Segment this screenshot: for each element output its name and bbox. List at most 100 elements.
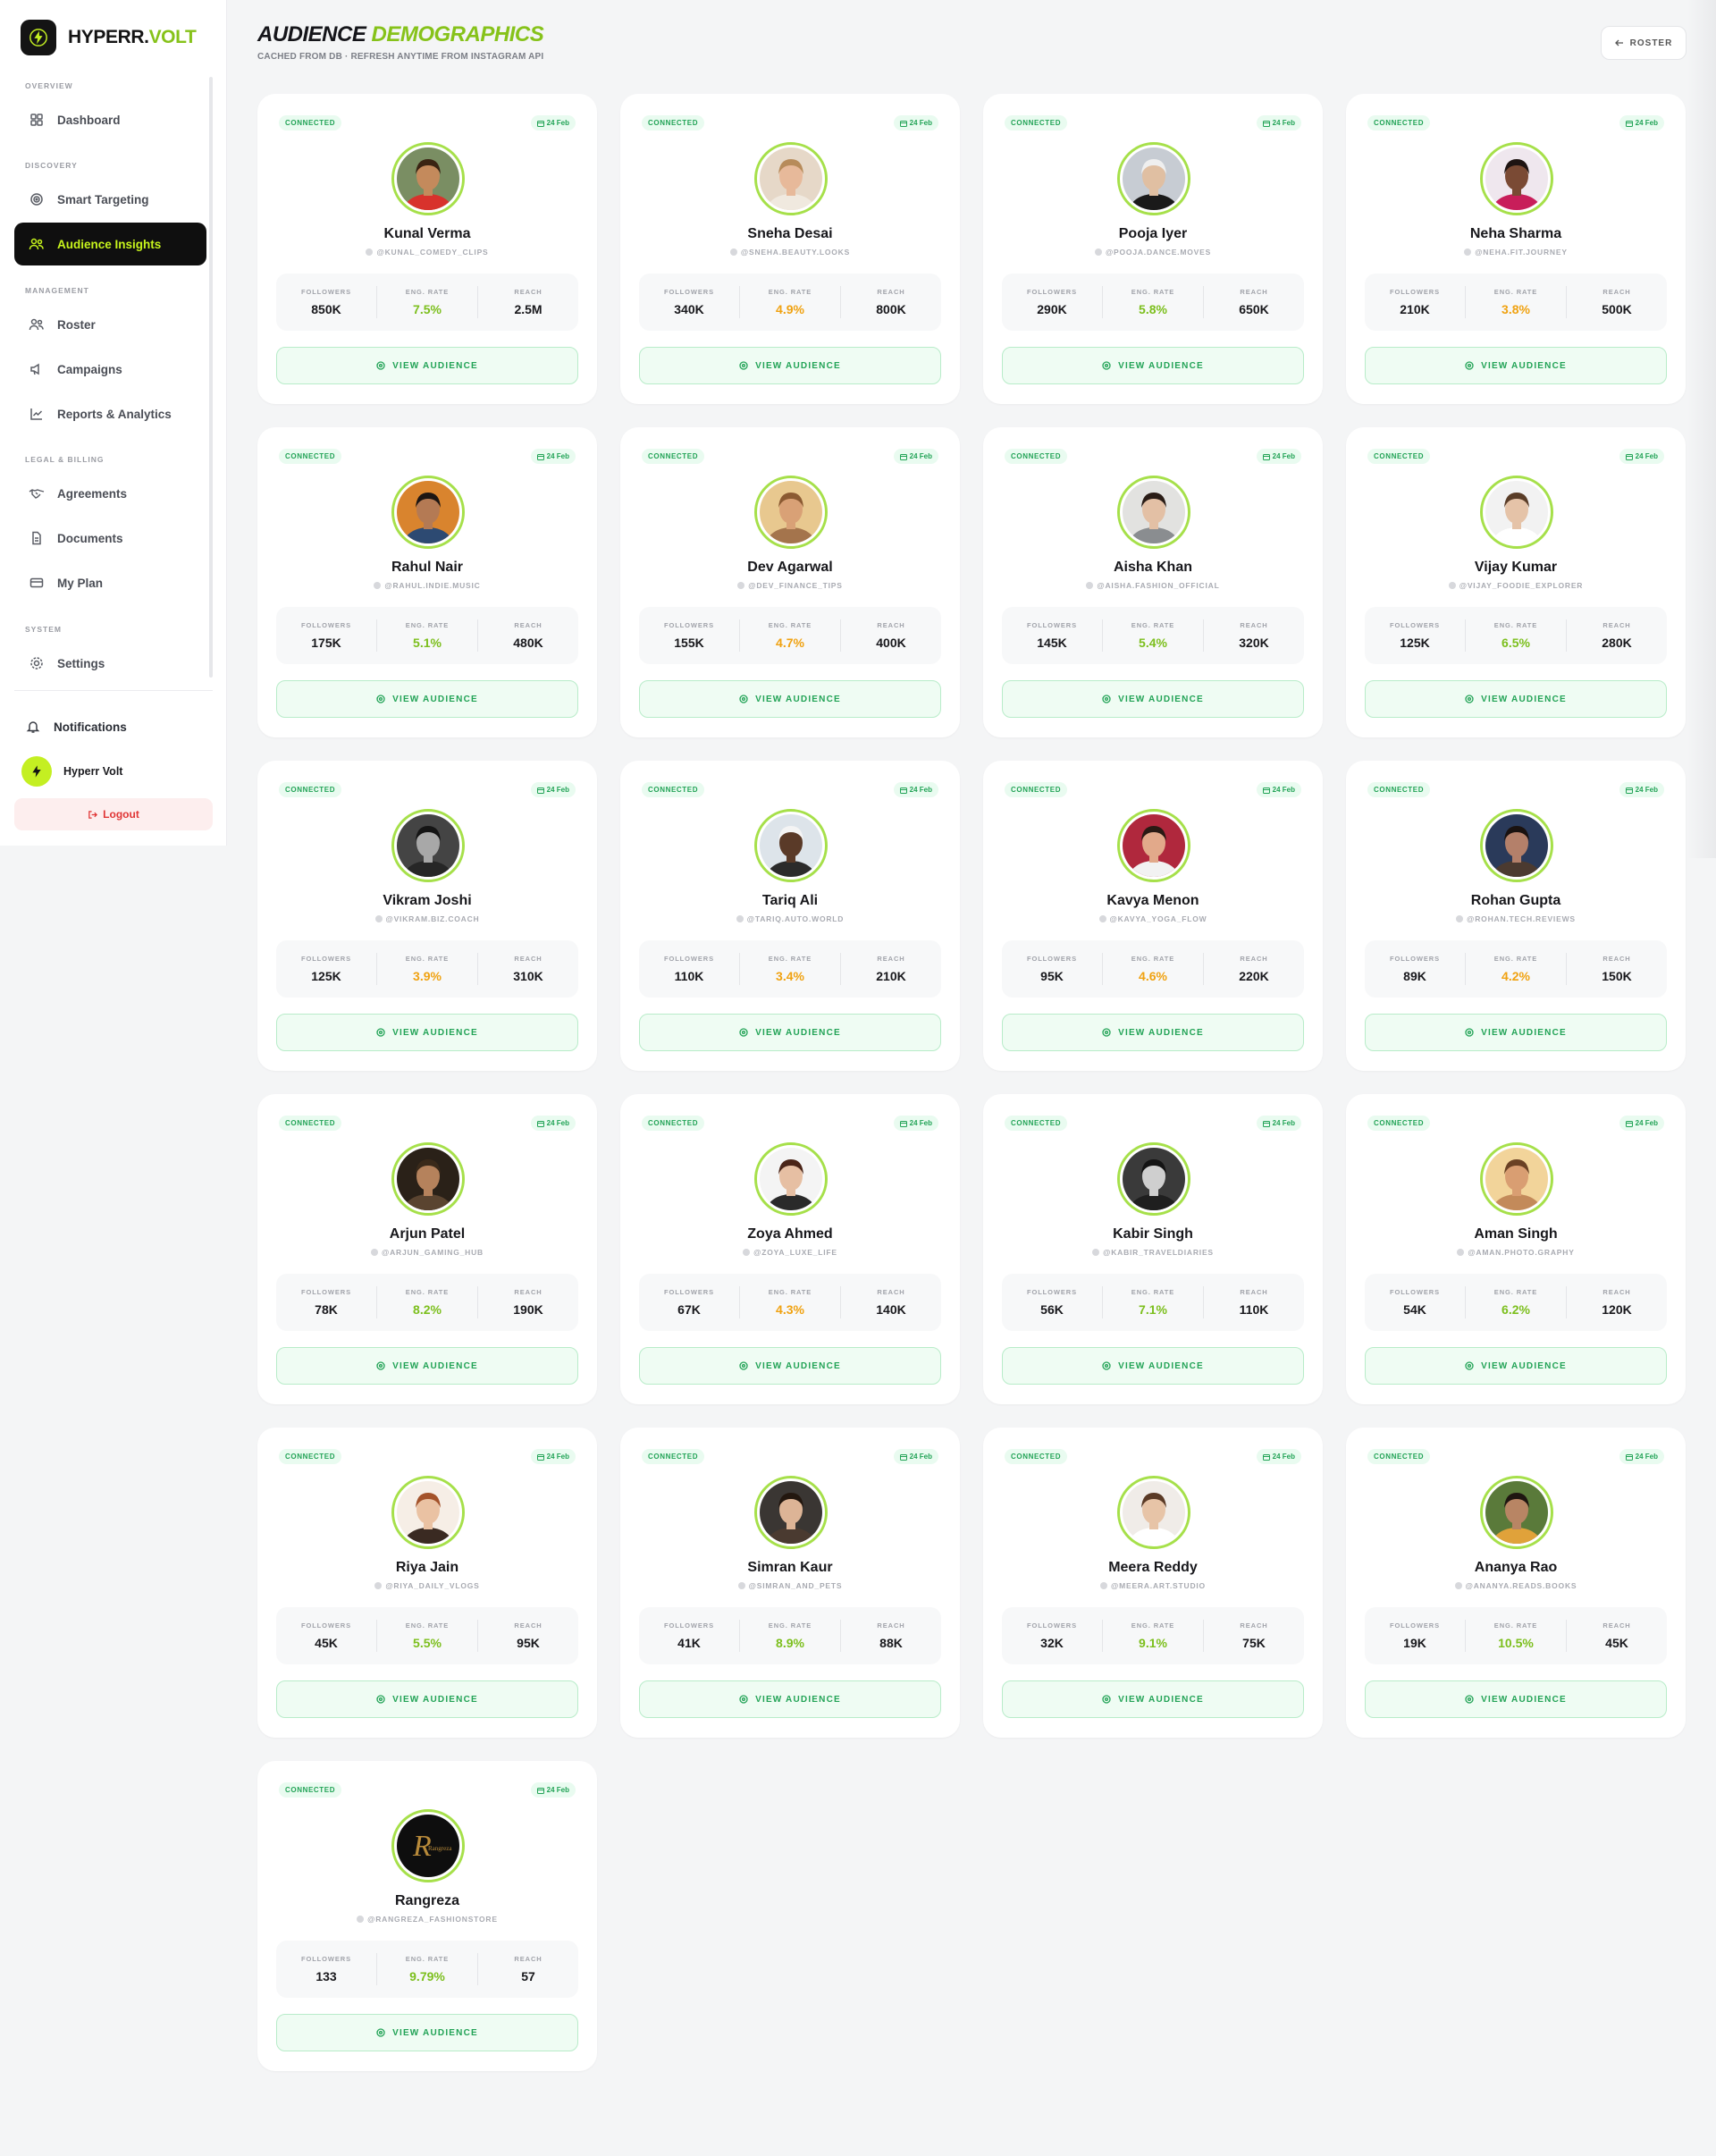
avatar[interactable]: R Rangreza <box>391 1809 465 1882</box>
influencer-handle: @ANANYA.READS.BOOKS <box>1346 1581 1686 1590</box>
stat-reach: REACH 480K <box>478 607 578 664</box>
user-name: Hyperr Volt <box>63 765 123 778</box>
stat-value: 19K <box>1403 1636 1426 1650</box>
view-audience-button[interactable]: VIEW AUDIENCE <box>276 680 578 718</box>
stat-value: 6.2% <box>1502 1302 1530 1317</box>
avatar[interactable] <box>1480 1476 1553 1549</box>
avatar-photo <box>1485 814 1548 877</box>
stat-value: 8.2% <box>413 1302 442 1317</box>
view-audience-label: VIEW AUDIENCE <box>1118 1360 1204 1371</box>
sidebar-item-settings[interactable]: Settings <box>14 642 206 685</box>
view-audience-button[interactable]: VIEW AUDIENCE <box>276 1014 578 1051</box>
stat-label: ENG. RATE <box>1131 621 1175 629</box>
stat-label: ENG. RATE <box>1493 288 1538 296</box>
sidebar-item-roster[interactable]: Roster <box>14 303 206 346</box>
sidebar-item-agreements[interactable]: Agreements <box>14 472 206 515</box>
avatar[interactable] <box>391 809 465 882</box>
instagram-icon <box>737 1582 745 1589</box>
stats-panel: FOLLOWERS 125K ENG. RATE 3.9% REACH 310K <box>276 940 578 998</box>
brand-logo: RRangreza <box>412 1830 452 1863</box>
influencer-handle: @VIKRAM.BIZ.COACH <box>257 914 597 923</box>
avatar[interactable] <box>1117 476 1190 549</box>
sidebar-item-documents[interactable]: Documents <box>14 517 206 560</box>
stat-label: FOLLOWERS <box>1026 1288 1077 1296</box>
eye-icon <box>1102 361 1111 370</box>
influencer-card: CONNECTED 24 Feb Neha Sharma @NEHA.FIT.J… <box>1346 94 1686 404</box>
view-audience-button[interactable]: VIEW AUDIENCE <box>1002 1680 1304 1718</box>
connected-badge: CONNECTED <box>279 1116 342 1131</box>
view-audience-button[interactable]: VIEW AUDIENCE <box>276 1347 578 1385</box>
sync-date: 24 Feb <box>1272 786 1295 794</box>
avatar[interactable] <box>391 1476 465 1549</box>
avatar[interactable] <box>1480 809 1553 882</box>
view-audience-button[interactable]: VIEW AUDIENCE <box>276 347 578 384</box>
stat-label: FOLLOWERS <box>663 1288 714 1296</box>
view-audience-button[interactable]: VIEW AUDIENCE <box>1365 1680 1667 1718</box>
view-audience-button[interactable]: VIEW AUDIENCE <box>1002 1014 1304 1051</box>
sidebar-item-campaigns[interactable]: Campaigns <box>14 348 206 391</box>
sidebar-item-audience-insights[interactable]: Audience Insights <box>14 223 206 265</box>
avatar[interactable] <box>1480 1142 1553 1216</box>
view-audience-button[interactable]: VIEW AUDIENCE <box>639 347 941 384</box>
avatar[interactable] <box>391 142 465 215</box>
influencer-name: Aisha Khan <box>1113 560 1192 575</box>
stat-label: ENG. RATE <box>405 621 450 629</box>
view-audience-button[interactable]: VIEW AUDIENCE <box>1365 347 1667 384</box>
instagram-icon <box>357 1916 365 1923</box>
avatar[interactable] <box>754 476 828 549</box>
instagram-icon <box>1098 915 1106 922</box>
view-audience-button[interactable]: VIEW AUDIENCE <box>1002 347 1304 384</box>
view-audience-button[interactable]: VIEW AUDIENCE <box>639 680 941 718</box>
stat-label: ENG. RATE <box>1493 621 1538 629</box>
view-audience-button[interactable]: VIEW AUDIENCE <box>639 1014 941 1051</box>
sidebar-item-label: Dashboard <box>57 113 121 127</box>
view-audience-button[interactable]: VIEW AUDIENCE <box>639 1680 941 1718</box>
connected-badge: CONNECTED <box>279 1449 342 1464</box>
avatar[interactable] <box>391 476 465 549</box>
sidebar-item-my-plan[interactable]: My Plan <box>14 561 206 604</box>
avatar[interactable] <box>754 1476 828 1549</box>
roster-back-button[interactable]: ROSTER <box>1601 26 1687 60</box>
avatar-photo <box>760 1481 822 1544</box>
avatar[interactable] <box>754 809 828 882</box>
brand[interactable]: HYPERR.VOLT <box>21 20 197 55</box>
stat-followers: FOLLOWERS 125K <box>1365 607 1465 664</box>
stat-label: FOLLOWERS <box>663 1621 714 1630</box>
avatar[interactable] <box>1117 1476 1190 1549</box>
stat-reach: REACH 500K <box>1567 274 1667 331</box>
sidebar-item-smart-targeting[interactable]: Smart Targeting <box>14 178 206 221</box>
view-audience-button[interactable]: VIEW AUDIENCE <box>276 1680 578 1718</box>
connected-badge: CONNECTED <box>1367 1116 1431 1131</box>
avatar[interactable] <box>754 142 828 215</box>
avatar-photo <box>1123 814 1185 877</box>
avatar[interactable] <box>754 1142 828 1216</box>
avatar-photo <box>397 814 459 877</box>
view-audience-button[interactable]: VIEW AUDIENCE <box>276 2014 578 2051</box>
logout-label: Logout <box>103 808 139 821</box>
sidebar-item-dashboard[interactable]: Dashboard <box>14 98 206 141</box>
view-audience-button[interactable]: VIEW AUDIENCE <box>1365 1014 1667 1051</box>
avatar[interactable] <box>391 1142 465 1216</box>
notifications-button[interactable]: Notifications <box>14 705 206 748</box>
view-audience-button[interactable]: VIEW AUDIENCE <box>1365 680 1667 718</box>
connected-badge: CONNECTED <box>642 1449 705 1464</box>
sync-date: 24 Feb <box>909 786 932 794</box>
avatar[interactable] <box>1117 142 1190 215</box>
view-audience-button[interactable]: VIEW AUDIENCE <box>1002 680 1304 718</box>
view-audience-button[interactable]: VIEW AUDIENCE <box>1365 1347 1667 1385</box>
view-audience-button[interactable]: VIEW AUDIENCE <box>639 1347 941 1385</box>
view-audience-label: VIEW AUDIENCE <box>755 1027 841 1038</box>
logout-button[interactable]: Logout <box>14 798 213 830</box>
view-audience-button[interactable]: VIEW AUDIENCE <box>1002 1347 1304 1385</box>
sidebar-item-reports[interactable]: Reports & Analytics <box>14 392 206 435</box>
stat-value: 280K <box>1602 636 1632 650</box>
avatar[interactable] <box>1480 476 1553 549</box>
stats-panel: FOLLOWERS 290K ENG. RATE 5.8% REACH 650K <box>1002 274 1304 331</box>
stat-value: 95K <box>517 1636 540 1650</box>
avatar[interactable] <box>1117 1142 1190 1216</box>
avatar[interactable] <box>1480 142 1553 215</box>
user-profile[interactable]: Hyperr Volt <box>21 756 122 787</box>
stats-panel: FOLLOWERS 145K ENG. RATE 5.4% REACH 320K <box>1002 607 1304 664</box>
avatar[interactable] <box>1117 809 1190 882</box>
sidebar-scrollbar[interactable] <box>209 77 213 678</box>
